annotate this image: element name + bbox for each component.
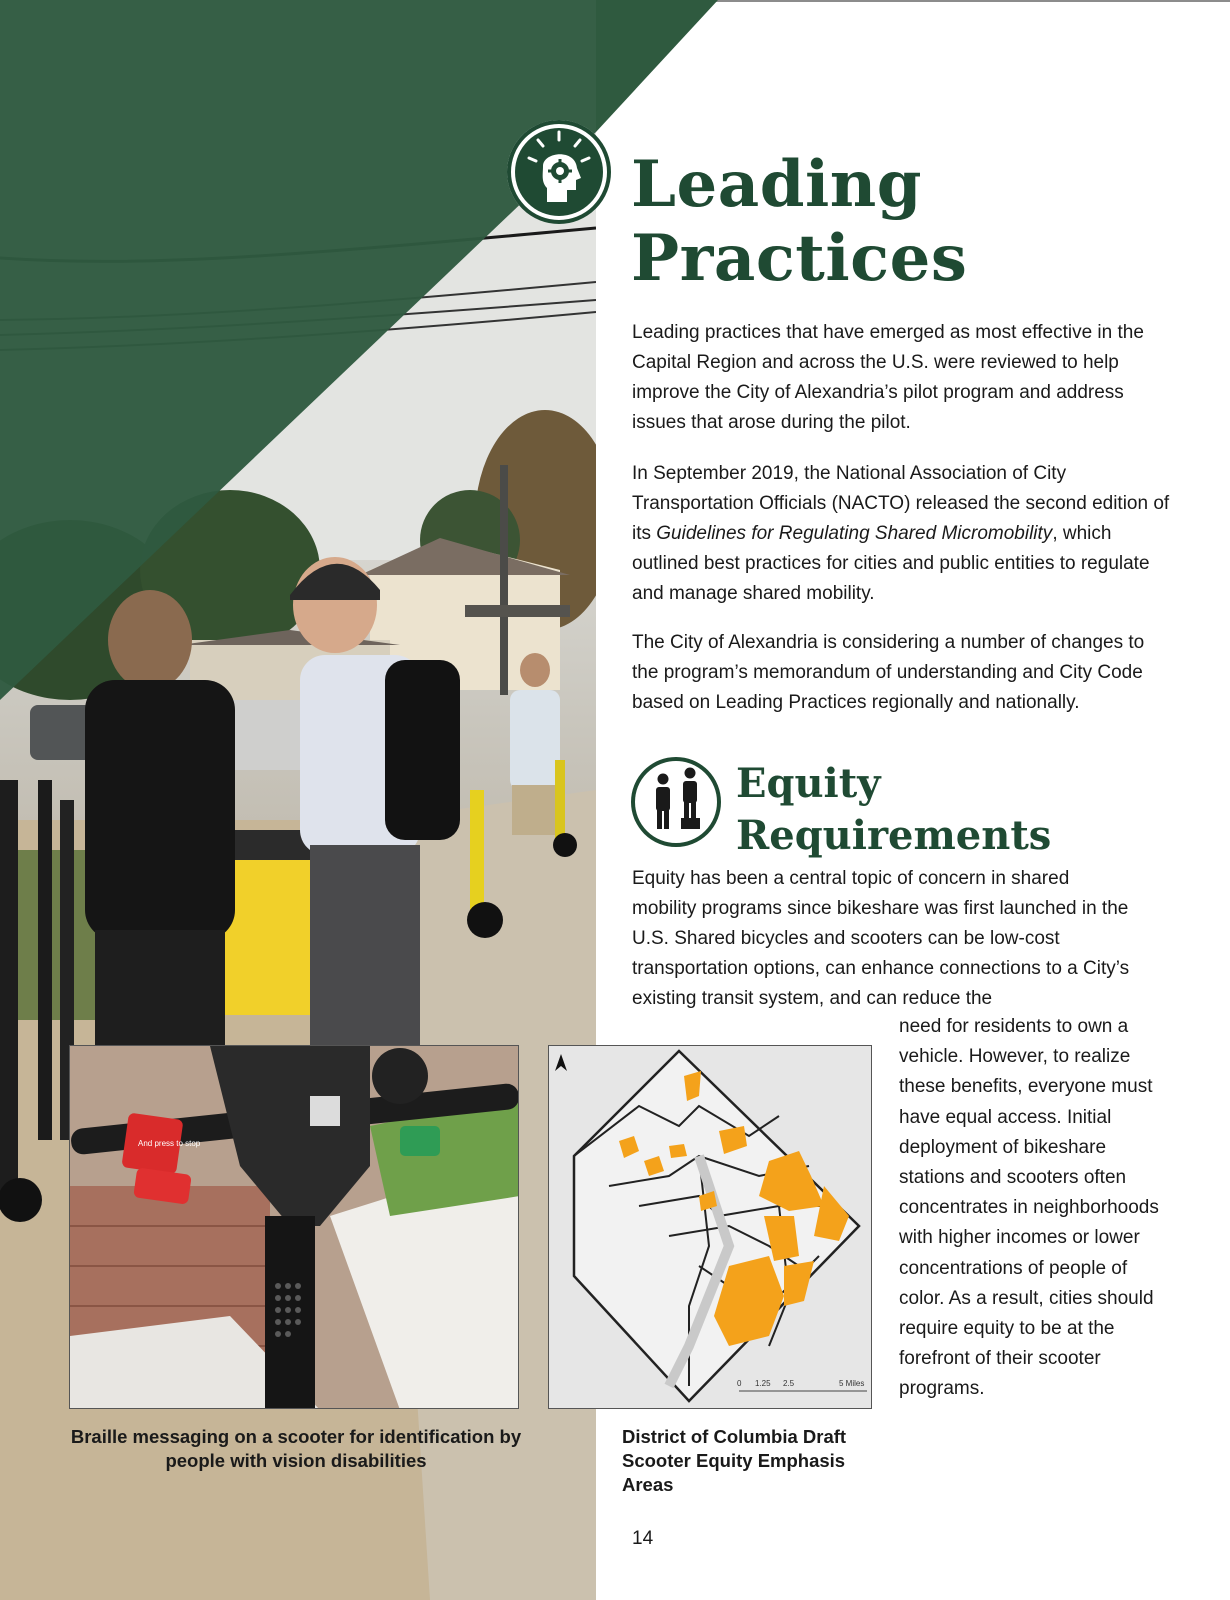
dc-equity-map-image: 0 1.25 2.5 5 Miles: [549, 1046, 871, 1408]
braille-scooter-photo: And press to stop: [69, 1045, 519, 1409]
equity-title-line-2: Requirements: [736, 812, 1052, 859]
green-diagonal-overlay: [0, 0, 596, 700]
equity-section-title: Equity Requirements: [736, 758, 1176, 862]
intro-paragraph-2: In September 2019, the National Associat…: [632, 459, 1172, 609]
equity-paragraph-narrow: need for residents to own a vehicle. How…: [899, 1016, 1159, 1400]
green-diagonal-extension: [596, 0, 718, 132]
title-line-1: Leading: [631, 147, 923, 222]
equity-title-line-1: Equity: [736, 760, 881, 807]
map-scale-label-2: 2.5: [783, 1379, 795, 1388]
lightbulb-head-gear-icon: [507, 120, 611, 224]
dc-equity-map: 0 1.25 2.5 5 Miles: [548, 1045, 872, 1409]
nacto-guidelines-title: Guidelines for Regulating Shared Micromo…: [656, 523, 1053, 544]
map-scale-label-1: 1.25: [755, 1379, 771, 1388]
scooter-brake-label: And press to stop: [138, 1139, 201, 1148]
equity-paragraph-wide: Equity has been a central topic of conce…: [632, 868, 1130, 1009]
map-scale-label-3: 5 Miles: [839, 1379, 864, 1388]
map-caption: District of Columbia Draft Scooter Equit…: [622, 1426, 847, 1495]
intro-paragraph-3: The City of Alexandria is considering a …: [632, 632, 1145, 713]
title-line-2: Practices: [631, 221, 968, 296]
page-number: 14: [632, 1528, 654, 1549]
braille-caption: Braille messaging on a scooter for ident…: [70, 1426, 522, 1471]
two-people-equity-icon: [631, 757, 721, 847]
intro-paragraph-1: Leading practices that have emerged as m…: [632, 322, 1144, 433]
page-title: Leading Practices: [631, 148, 1151, 296]
braille-scooter-image: And press to stop: [70, 1046, 518, 1408]
map-scale-label-0: 0: [737, 1379, 742, 1388]
